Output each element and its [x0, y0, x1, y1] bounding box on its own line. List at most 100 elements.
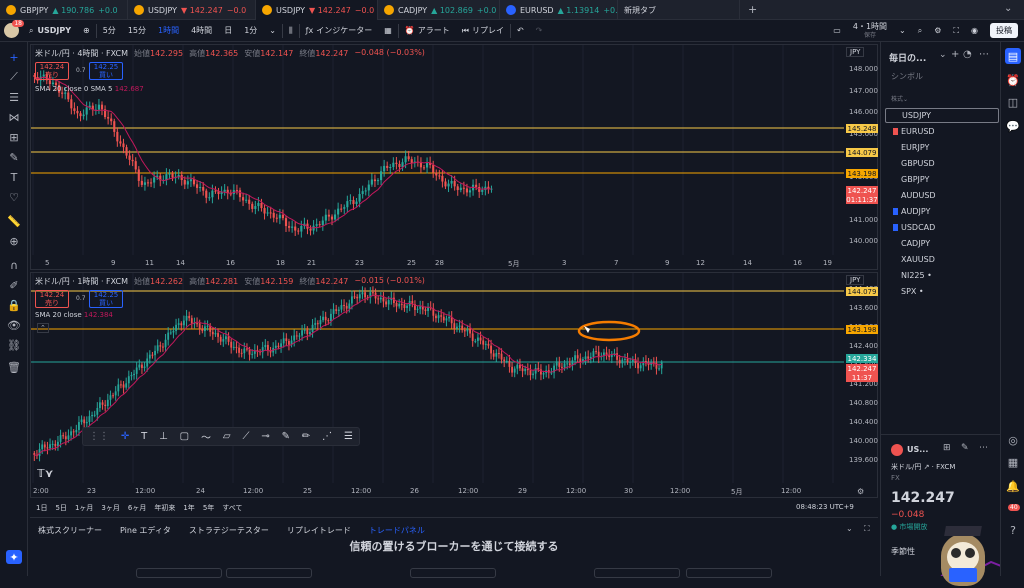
- tab-usdjpy-1[interactable]: USDJPY ▼ 142.247 −0.0: [128, 0, 256, 20]
- path-icon[interactable]: 〜: [201, 429, 211, 444]
- interval-4h[interactable]: 4時間: [185, 20, 218, 42]
- interval-15m[interactable]: 15分: [122, 20, 152, 42]
- text-icon[interactable]: T: [6, 170, 22, 184]
- camera-icon[interactable]: ◉: [965, 20, 984, 42]
- horizontal-ray-icon[interactable]: ⊸: [261, 431, 269, 442]
- more-icon[interactable]: ⋯: [979, 49, 989, 60]
- watchlist-item[interactable]: SPX •: [885, 284, 999, 299]
- callout-icon[interactable]: ▱: [223, 431, 231, 442]
- notifications-icon[interactable]: 🔔: [1005, 478, 1021, 494]
- eye-icon[interactable]: 👁: [6, 318, 22, 332]
- tab-cadjpy[interactable]: CADJPY ▲ 102.869 +0.0: [378, 0, 500, 20]
- watchlist-item[interactable]: USDCAD: [885, 220, 999, 235]
- range-button[interactable]: 1日: [36, 503, 47, 513]
- range-button[interactable]: 3ヶ月: [101, 503, 119, 513]
- compare-add-button[interactable]: ⊕: [77, 20, 96, 42]
- interval-1d[interactable]: 日: [218, 20, 238, 42]
- tab-list-icon[interactable]: ⌄: [1004, 3, 1012, 14]
- watchlist-dropdown-icon[interactable]: ⌄: [939, 50, 947, 60]
- pattern-icon[interactable]: ⋈: [6, 110, 22, 124]
- maximize-panel-icon[interactable]: ⛶: [864, 524, 870, 534]
- broker-card[interactable]: [686, 568, 772, 578]
- interval-1m[interactable]: 1分: [238, 20, 263, 42]
- range-button[interactable]: 1ヶ月: [75, 503, 93, 513]
- collapse-panel-icon[interactable]: ⌄: [846, 524, 853, 533]
- range-button[interactable]: 5年: [203, 503, 214, 513]
- crosshair-icon[interactable]: ✛: [121, 431, 129, 442]
- bottom-tab[interactable]: リプレイトレード: [287, 525, 351, 536]
- tab-new[interactable]: 新規タブ: [618, 0, 740, 20]
- trendline-icon[interactable]: ⟋: [6, 70, 22, 84]
- interval-1h[interactable]: 1時間: [152, 20, 185, 42]
- watchlist-item[interactable]: NI225 •: [885, 268, 999, 283]
- ray-icon[interactable]: ⟋: [242, 431, 249, 442]
- bottom-tab[interactable]: トレードパネル: [369, 525, 425, 536]
- fullscreen-icon[interactable]: ⛶: [947, 20, 965, 42]
- fib-fan-icon[interactable]: ⋰: [322, 431, 332, 442]
- drag-handle-icon[interactable]: ⋮⋮: [89, 431, 109, 442]
- rectangle-icon[interactable]: ▢: [180, 431, 189, 442]
- text-tool-icon[interactable]: T: [141, 431, 147, 442]
- layout-icon[interactable]: ▭: [827, 20, 847, 42]
- range-button[interactable]: 6ヶ月: [128, 503, 146, 513]
- indicators-button[interactable]: ƒx インジケーター: [300, 20, 379, 42]
- tab-usdjpy-active[interactable]: USDJPY ▼ 142.247 −0.0: [256, 0, 378, 20]
- bottom-tab[interactable]: 株式スクリーナー: [38, 525, 102, 536]
- buy-button[interactable]: 142.25 買い: [89, 290, 123, 308]
- heart-icon[interactable]: ♡: [6, 190, 22, 204]
- link-icon[interactable]: ⛓: [6, 338, 22, 352]
- templates-icon[interactable]: ▦: [378, 20, 398, 42]
- chart-settings-gear-icon[interactable]: ⚙: [857, 487, 864, 496]
- watchlist-icon[interactable]: ▤: [1005, 48, 1021, 64]
- watchlist-item[interactable]: GBPUSD: [885, 156, 999, 171]
- help-icon[interactable]: ✦: [6, 550, 22, 564]
- replay-button[interactable]: ⏮ リプレイ: [456, 20, 510, 42]
- bottom-tab[interactable]: ストラテジーテスター: [189, 525, 269, 536]
- indicator-legend[interactable]: SMA 20 close 142.384: [35, 311, 113, 319]
- watchlist-item[interactable]: USDJPY: [885, 108, 999, 123]
- target-icon[interactable]: ◎: [1005, 432, 1021, 448]
- chart-pane-4h[interactable]: 米ドル/円 · 4時間 · FXCM 始値142.295 高値142.365 安…: [30, 44, 878, 270]
- broker-card[interactable]: [410, 568, 496, 578]
- settings-gear-icon[interactable]: ⚙: [928, 20, 947, 42]
- chevron-down-icon[interactable]: ⌄: [903, 96, 908, 103]
- lock-drawing-icon[interactable]: ✐: [6, 278, 22, 292]
- tab-eurusd[interactable]: EURUSD ▲ 1.13914 +0.0: [500, 0, 618, 20]
- watchlist-title[interactable]: 毎日の...: [889, 51, 926, 64]
- alert-button[interactable]: ⏰ アラート: [399, 20, 456, 42]
- broker-card[interactable]: [226, 568, 312, 578]
- publish-button[interactable]: 投稿: [984, 20, 1024, 42]
- more-icon[interactable]: ⋯: [979, 443, 988, 453]
- edit-note-icon[interactable]: ✎: [961, 443, 969, 453]
- indicator-legend[interactable]: SMA 20 close 0 SMA 5 142.687: [35, 85, 144, 93]
- fib-retracement-icon[interactable]: ☰: [6, 90, 22, 104]
- chart-pane-1h[interactable]: 米ドル/円 · 1時間 · FXCM 始値142.262 高値142.281 安…: [30, 272, 878, 498]
- interval-5m[interactable]: 5分: [97, 20, 122, 42]
- symbol-search[interactable]: ⌕ USDJPY: [23, 20, 77, 42]
- currency-selector[interactable]: JPY: [846, 47, 865, 57]
- sell-button[interactable]: 142.24 売り: [35, 62, 69, 80]
- magnet-icon[interactable]: ∩: [6, 258, 22, 272]
- forecast-icon[interactable]: ⊞: [6, 130, 22, 144]
- vertical-line-icon[interactable]: ⊥: [159, 431, 168, 442]
- range-button[interactable]: 5日: [55, 503, 66, 513]
- range-button[interactable]: すべて: [222, 503, 242, 513]
- add-symbol-icon[interactable]: +: [951, 49, 959, 60]
- range-button[interactable]: 年初来: [154, 503, 175, 513]
- tab-gbpjpy[interactable]: GBPJPY ▲ 190.786 +0.0: [0, 0, 128, 20]
- layout-name-button[interactable]: 4・1時間 保存: [847, 20, 893, 42]
- crosshair-icon[interactable]: +: [6, 50, 22, 64]
- quick-search-icon[interactable]: ⌕: [912, 20, 928, 42]
- watchlist-item[interactable]: EURUSD: [885, 124, 999, 139]
- currency-selector[interactable]: JPY: [846, 275, 865, 285]
- redo-icon[interactable]: ↷: [530, 20, 549, 42]
- buy-button[interactable]: 142.25 買い: [89, 62, 123, 80]
- clock-timezone[interactable]: 08:48:23 UTC+9: [796, 503, 854, 511]
- lock-icon[interactable]: 🔒: [6, 298, 22, 312]
- object-tree-icon[interactable]: ◫: [1005, 94, 1021, 110]
- broker-card[interactable]: [136, 568, 222, 578]
- brush-icon[interactable]: ✎: [6, 150, 22, 164]
- layout-dropdown-icon[interactable]: ⌄: [893, 20, 912, 42]
- watchlist-item[interactable]: XAUUSD: [885, 252, 999, 267]
- watchlist-item[interactable]: AUDUSD: [885, 188, 999, 203]
